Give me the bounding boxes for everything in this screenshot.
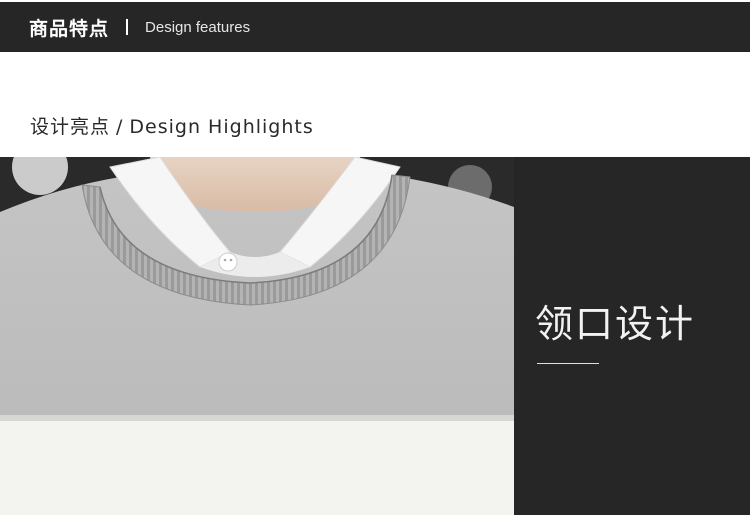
- highlights-title-en: Design Highlights: [129, 116, 314, 138]
- product-detail-page: 商品特点 Design features 设计亮点 / Design Highlig…: [0, 0, 750, 521]
- header-title-cn: 商品特点: [29, 17, 110, 40]
- highlights-divider: /: [116, 116, 124, 138]
- feature-title-underline: [537, 363, 599, 364]
- header-title-en: Design features: [145, 18, 251, 36]
- design-highlights-heading: 设计亮点 / Design Highlights: [30, 112, 314, 139]
- sweater-collar-illustration: [0, 157, 514, 515]
- collar-product-photo: [0, 157, 514, 515]
- header-divider: [126, 19, 129, 35]
- feature-title: 领口设计: [535, 302, 696, 346]
- feature-caption-panel: 领口设计: [514, 157, 750, 515]
- highlights-title-cn: 设计亮点: [30, 116, 111, 138]
- section-header-bar: 商品特点 Design features: [0, 2, 750, 52]
